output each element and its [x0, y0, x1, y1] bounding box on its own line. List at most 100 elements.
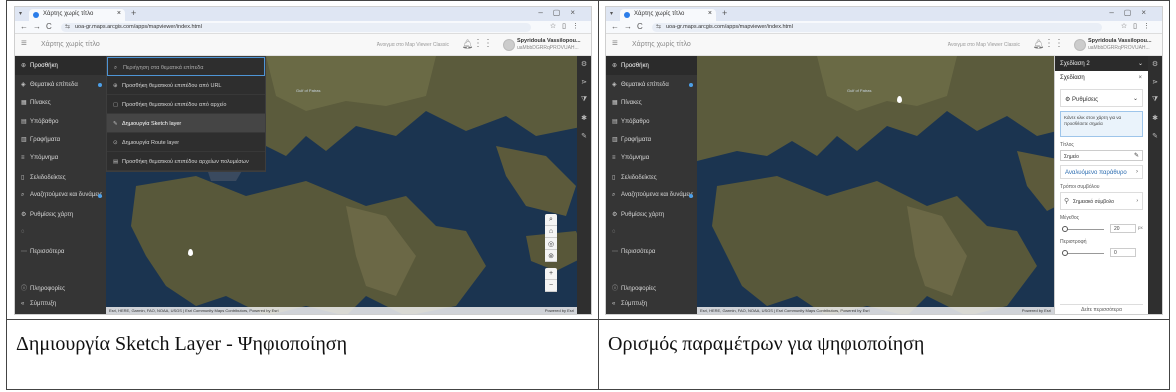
browser-tab[interactable]: Χάρτης χωρίς τίτλο ×: [620, 9, 716, 21]
pencil-icon[interactable]: ✎: [1134, 152, 1139, 159]
url-input[interactable]: ⇆ uoa-gr.maps.arcgis.com/apps/mapviewer/…: [652, 23, 1102, 32]
user-info[interactable]: Spyridoula Vassilopou... uaMbbDGRRqPROVU…: [517, 38, 587, 51]
classic-viewer-link[interactable]: Άνοιγμα στο Map Viewer Classic: [377, 42, 449, 48]
filter-icon[interactable]: ⧩: [1148, 92, 1162, 110]
search-map-icon[interactable]: ⌕: [545, 214, 557, 226]
classic-viewer-link[interactable]: Άνοιγμα στο Map Viewer Classic: [948, 42, 1020, 48]
panel-footer[interactable]: Δείτε περισσότερα: [1060, 304, 1143, 314]
url-text: uoa-gr.maps.arcgis.com/apps/mapviewer/in…: [75, 24, 202, 30]
symbol-selector[interactable]: ⚲ Σημειακό σύμβολο ›: [1060, 192, 1143, 210]
sketch-panel-header[interactable]: Σχεδίαση 2 ⌄: [1055, 56, 1148, 71]
sidebar-item[interactable]: ◈ Θεματικά επίπεδα: [606, 75, 697, 94]
sidebar-item[interactable]: « Σύμπτυξη: [606, 295, 697, 314]
sidebar-item[interactable]: ◌: [606, 223, 697, 242]
sidebar-item[interactable]: ▦ Πίνακες: [15, 93, 106, 112]
nav-buttons[interactable]: ←→C: [20, 22, 57, 31]
avatar[interactable]: [503, 39, 515, 51]
effects-icon[interactable]: ✱: [577, 110, 591, 128]
sidebar-item[interactable]: ⊕ Προσθήκη: [15, 56, 106, 75]
sidebar-item[interactable]: ≡ Υπόμνημα: [606, 149, 697, 168]
tab-menu-icon[interactable]: ▾: [19, 10, 22, 17]
close-icon[interactable]: ×: [1138, 75, 1142, 81]
menu-item[interactable]: ✎ Δημιουργία Sketch layer: [107, 114, 265, 133]
sidebar-item[interactable]: ⌕ Αναζητούμενα και δυνάμεις: [15, 186, 106, 205]
sidebar-item[interactable]: ▯ Σελιδοδείκτες: [606, 168, 697, 187]
locate-icon[interactable]: ◎: [545, 238, 557, 250]
sidebar-item[interactable]: ⚙ Ρυθμίσεις χάρτη: [15, 205, 106, 224]
effects-icon[interactable]: ✱: [1148, 110, 1162, 128]
browse-layers-search[interactable]: ⌕ Περιήγηση στα θεματικά επίπεδα: [107, 57, 265, 76]
compass-icon[interactable]: ⊚: [545, 250, 557, 262]
sidebar-item[interactable]: ⋯ Περισσότερα: [15, 242, 106, 261]
browser-tab[interactable]: Χάρτης χωρίς τίτλο ×: [29, 9, 125, 21]
site-info-icon[interactable]: ⇆: [65, 23, 70, 30]
chevron-down-icon[interactable]: ⌄: [1138, 60, 1143, 67]
rotation-input[interactable]: 0: [1110, 248, 1136, 257]
browser-toolbar-icons[interactable]: ☆▯⋮: [1121, 22, 1156, 30]
menu-item[interactable]: ⊙ Δημιουργία Route layer: [107, 133, 265, 152]
sidebar-item[interactable]: ▤ Υπόβαθρο: [15, 112, 106, 131]
sidebar-item[interactable]: ◌: [15, 223, 106, 242]
sidebar-item[interactable]: ▥ Γραφήματα: [15, 130, 106, 149]
sidebar-item[interactable]: ◈ Θεματικά επίπεδα: [15, 75, 106, 94]
properties-icon[interactable]: ⚙: [577, 56, 591, 74]
sidebar-item[interactable]: ▦ Πίνακες: [606, 93, 697, 112]
edit-icon[interactable]: ✎: [1148, 128, 1162, 146]
slider-handle[interactable]: [1062, 250, 1068, 256]
edit-icon[interactable]: ✎: [577, 128, 591, 146]
app-launcher-icon[interactable]: ⋮⋮: [1044, 38, 1064, 49]
user-info[interactable]: Spyridoula Vassilopou... uaMbbDGRRqPROVU…: [1088, 38, 1158, 51]
notification-icon[interactable]: 🔔︎: [462, 39, 473, 50]
map-point-marker[interactable]: [897, 96, 902, 103]
size-slider[interactable]: 20 px: [1060, 224, 1143, 234]
powered-by[interactable]: Powered by Esri: [545, 308, 574, 313]
avatar[interactable]: [1074, 39, 1086, 51]
styles-icon[interactable]: ⋗: [577, 74, 591, 92]
nav-buttons[interactable]: ←→C: [611, 22, 648, 31]
map-point-marker[interactable]: [188, 249, 193, 256]
sidebar-item[interactable]: ▤ Υπόβαθρο: [606, 112, 697, 131]
window-controls[interactable]: –▢×: [538, 8, 585, 17]
sidebar-item[interactable]: ⊕ Προσθήκη: [606, 56, 697, 75]
new-tab-icon[interactable]: +: [722, 8, 727, 18]
menu-icon[interactable]: ≡: [612, 38, 618, 49]
close-tab-icon[interactable]: ×: [708, 10, 712, 17]
site-info-icon[interactable]: ⇆: [656, 23, 661, 30]
sidebar-item[interactable]: « Σύμπτυξη: [15, 295, 106, 314]
rotation-slider[interactable]: 0: [1060, 248, 1143, 258]
menu-item[interactable]: ▢ Προσθήκη θεματικού επιπέδου από αρχείο: [107, 95, 265, 114]
sidebar-item[interactable]: ⓘ Πληροφορίες: [606, 277, 697, 296]
sidebar-item[interactable]: ⋯ Περισσότερα: [606, 242, 697, 261]
filter-icon[interactable]: ⧩: [577, 92, 591, 110]
notification-icon[interactable]: 🔔︎: [1033, 39, 1044, 50]
size-input[interactable]: 20: [1110, 224, 1136, 233]
sidebar-item[interactable]: ⌕ Αναζητούμενα και δυνάμεις: [606, 186, 697, 205]
url-input[interactable]: ⇆ uoa-gr.maps.arcgis.com/apps/mapviewer/…: [61, 23, 531, 32]
zoom-out-button[interactable]: −: [545, 280, 557, 292]
name-field[interactable]: Σημείο ✎: [1060, 150, 1143, 161]
sidebar-item[interactable]: ▯ Σελιδοδείκτες: [15, 168, 106, 187]
zoom-in-button[interactable]: +: [545, 268, 557, 280]
close-tab-icon[interactable]: ×: [117, 10, 121, 17]
powered-by[interactable]: Powered by Esri: [1022, 308, 1051, 313]
properties-icon[interactable]: ⚙: [1148, 56, 1162, 74]
settings-dropdown[interactable]: ⚙ Ρυθμίσεις ⌄: [1060, 89, 1143, 107]
app-launcher-icon[interactable]: ⋮⋮: [473, 38, 493, 49]
tab-menu-icon[interactable]: ▾: [610, 10, 613, 17]
popup-row[interactable]: Αναλυόμενο παράθυρο ›: [1060, 165, 1143, 179]
styles-icon[interactable]: ⋗: [1148, 74, 1162, 92]
new-tab-icon[interactable]: +: [131, 8, 136, 18]
sidebar-item[interactable]: ⚙ Ρυθμίσεις χάρτη: [606, 205, 697, 224]
menu-item[interactable]: ▤ Προσθήκη θεματικού επιπέδου αρχείων πολ…: [107, 152, 265, 171]
sidebar-item[interactable]: ≡ Υπόμνημα: [15, 149, 106, 168]
sidebar-item[interactable]: ⓘ Πληροφορίες: [15, 277, 106, 296]
home-icon[interactable]: ⌂: [545, 226, 557, 238]
tab-title: Χάρτης χωρίς τίτλο: [43, 11, 94, 17]
window-controls[interactable]: –▢×: [1109, 8, 1156, 17]
slider-handle[interactable]: [1062, 226, 1068, 232]
menu-icon[interactable]: ≡: [21, 38, 27, 49]
menu-item[interactable]: ⊕ Προσθήκη θεματικού επιπέδου από URL: [107, 76, 265, 95]
sidebar-item[interactable]: ▥ Γραφήματα: [606, 130, 697, 149]
browser-toolbar-icons[interactable]: ☆▯⋮: [550, 22, 585, 30]
map-canvas[interactable]: Gulf of Patras Esri, HERE, Garmin, FAO, …: [697, 56, 1054, 314]
